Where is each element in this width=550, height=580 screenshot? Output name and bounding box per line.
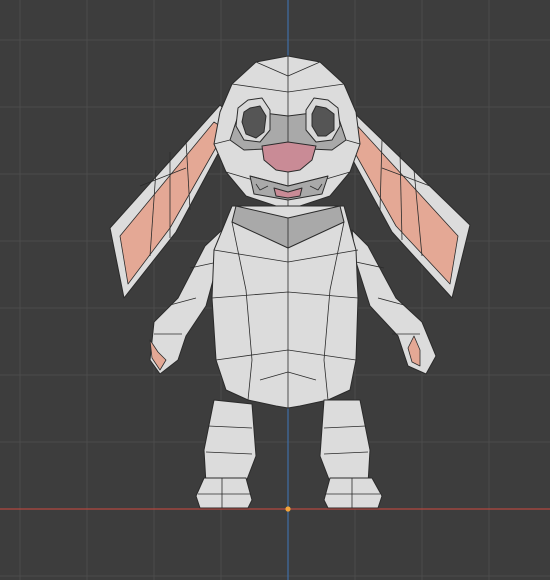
bunny-model[interactable] — [109, 55, 471, 509]
viewport-canvas[interactable] — [0, 0, 550, 580]
origin-point[interactable] — [285, 506, 291, 512]
torso[interactable] — [211, 205, 359, 409]
left-leg[interactable] — [195, 399, 257, 509]
head[interactable] — [213, 55, 361, 207]
right-leg[interactable] — [319, 399, 383, 509]
3d-viewport[interactable] — [0, 0, 550, 580]
